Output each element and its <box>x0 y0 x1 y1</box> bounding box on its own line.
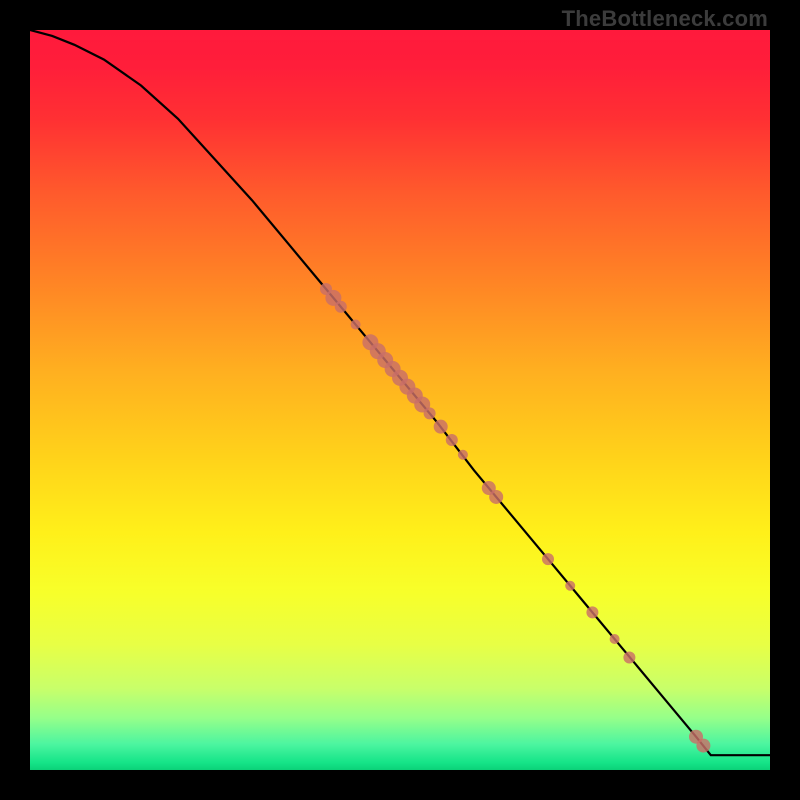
plot-area <box>30 30 770 770</box>
data-point <box>565 581 575 591</box>
data-point <box>489 490 503 504</box>
data-point <box>351 320 361 330</box>
data-point <box>610 634 620 644</box>
data-point <box>335 301 347 313</box>
data-point <box>696 739 710 753</box>
bottleneck-curve <box>30 30 770 755</box>
data-point <box>586 606 598 618</box>
chart-canvas <box>30 30 770 770</box>
data-point <box>623 652 635 664</box>
data-point <box>458 450 468 460</box>
chart-frame: TheBottleneck.com <box>0 0 800 800</box>
data-point <box>446 434 458 446</box>
watermark-text: TheBottleneck.com <box>562 6 768 32</box>
data-point <box>434 420 448 434</box>
data-point <box>542 553 554 565</box>
data-point <box>424 407 436 419</box>
